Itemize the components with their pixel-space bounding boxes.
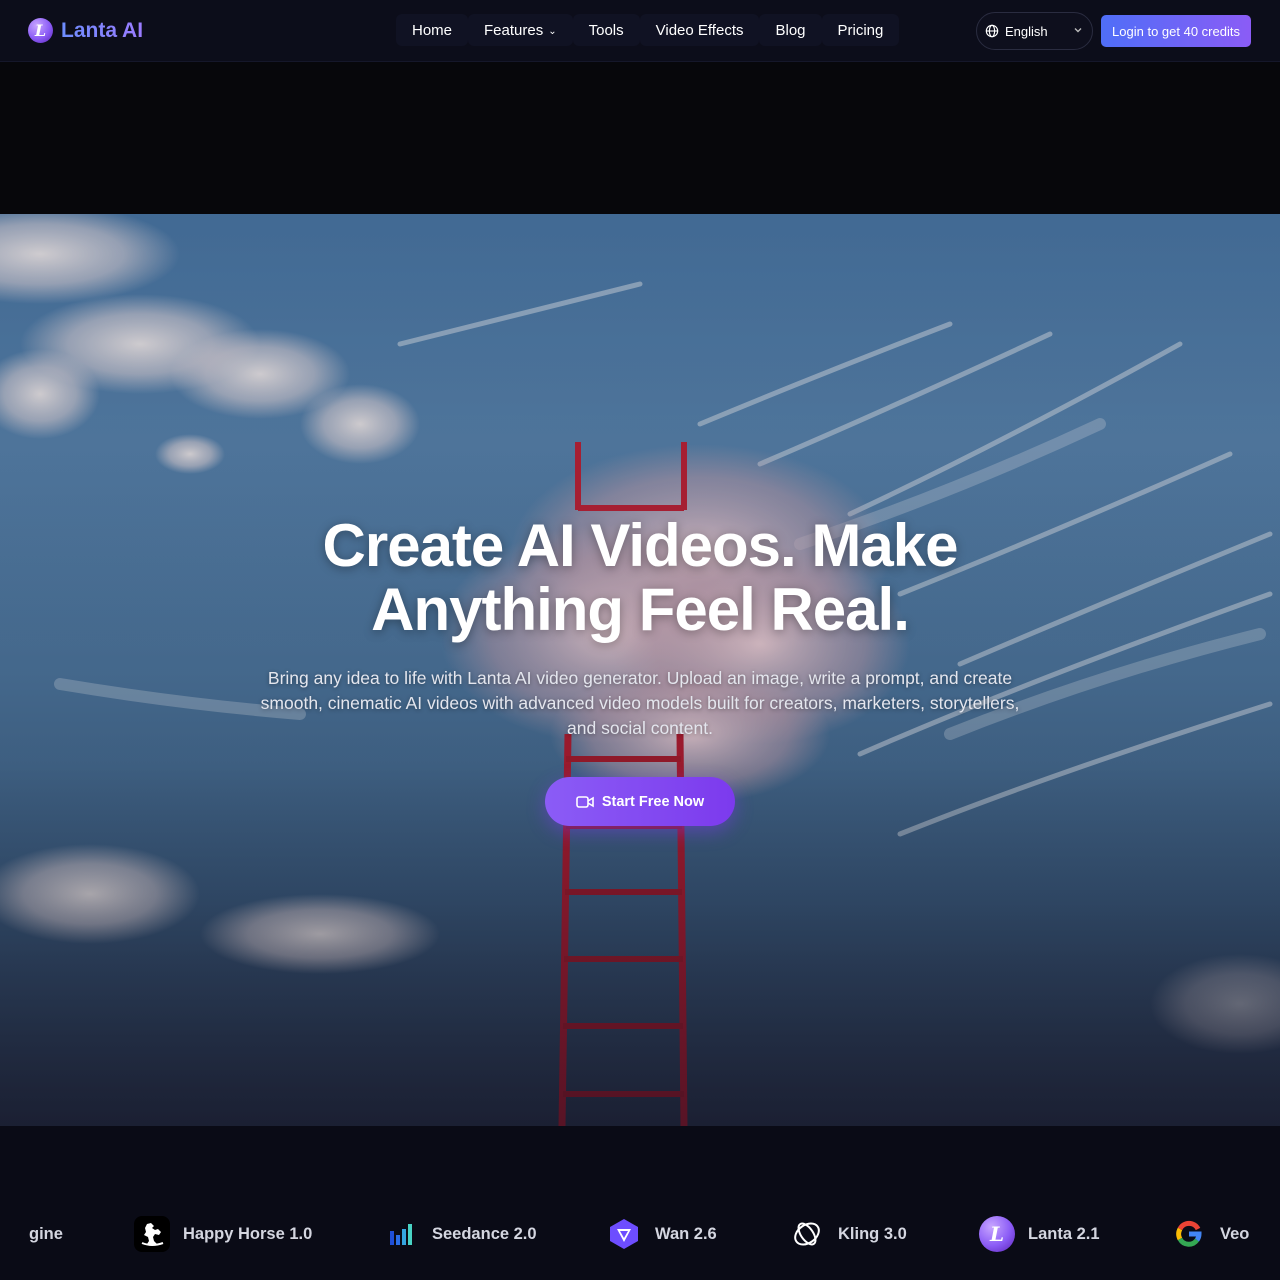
bars-icon — [383, 1216, 419, 1252]
nav-item-video-effects[interactable]: Video Effects — [639, 14, 760, 46]
chevron-down-icon: ⌄ — [548, 25, 557, 37]
model-item-lanta: L Lanta 2.1 — [979, 1214, 1100, 1254]
model-item-wan: Wan 2.6 — [606, 1214, 717, 1254]
model-item-veo: Veo — [1171, 1214, 1249, 1254]
hero-section: Create AI Videos. Make Anything Feel Real… — [0, 214, 1280, 1126]
top-navbar: L Lanta AI Home Features ⌄ Tools Video Ef… — [0, 0, 1280, 62]
model-item-kling: Kling 3.0 — [789, 1214, 907, 1254]
wan-icon — [606, 1216, 642, 1252]
horse-icon — [134, 1216, 170, 1252]
model-item-seedance: Seedance 2.0 — [383, 1214, 537, 1254]
hero-video-letterbox — [0, 62, 1280, 214]
brand-logo-link[interactable]: L Lanta AI — [28, 18, 143, 43]
nav-item-features[interactable]: Features ⌄ — [468, 14, 573, 46]
model-item: gine — [29, 1224, 63, 1243]
nav-item-blog[interactable]: Blog — [759, 14, 822, 46]
chevron-down-icon — [1074, 28, 1082, 33]
models-marquee-section: gine Happy Horse 1.0 Seedance 2.0 Wan 2.… — [0, 1126, 1280, 1280]
models-marquee: gine Happy Horse 1.0 Seedance 2.0 Wan 2.… — [0, 1214, 1280, 1254]
language-select[interactable]: English — [976, 12, 1093, 50]
kling-icon — [789, 1216, 825, 1252]
globe-icon — [985, 24, 999, 38]
google-icon — [1171, 1216, 1207, 1252]
brand-name: Lanta AI — [61, 18, 144, 42]
nav-links: Home Features ⌄ Tools Video Effects Blog … — [396, 14, 900, 46]
login-button[interactable]: Login to get 40 credits — [1101, 15, 1251, 47]
hero-headline: Create AI Videos. Make Anything Feel Real… — [322, 512, 959, 643]
start-free-button[interactable]: Start Free Now — [545, 777, 735, 826]
hero-subtitle: Bring any idea to life with Lanta AI vid… — [260, 668, 1020, 738]
lanta-icon: L — [979, 1216, 1015, 1252]
lanta-logo-icon: L — [28, 18, 53, 43]
nav-item-home[interactable]: Home — [396, 14, 469, 46]
model-item-happy-horse: Happy Horse 1.0 — [134, 1214, 312, 1254]
nav-item-pricing[interactable]: Pricing — [821, 14, 900, 46]
language-value: English — [1005, 23, 1048, 39]
nav-item-tools[interactable]: Tools — [572, 14, 640, 46]
video-camera-icon — [576, 795, 594, 808]
